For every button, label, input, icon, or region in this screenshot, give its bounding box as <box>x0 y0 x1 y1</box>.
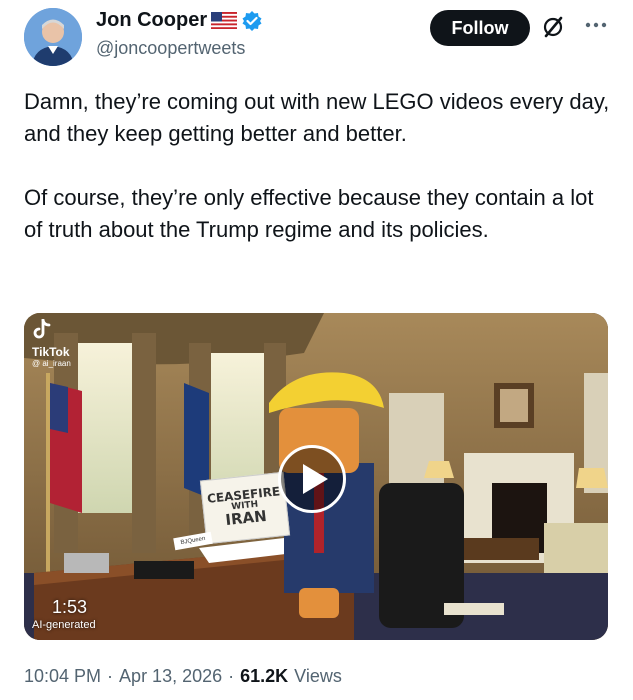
meta-separator-2: · <box>228 666 235 686</box>
sign-line-3: IRAN <box>224 506 268 530</box>
tweet-paragraph-2: Of course, they’re only effective becaus… <box>24 185 594 242</box>
play-button[interactable] <box>278 445 346 513</box>
tiktok-label: TikTok <box>32 345 70 359</box>
tiktok-username: @ ai_iraan <box>32 359 71 368</box>
grok-icon[interactable] <box>540 14 566 40</box>
play-icon <box>303 464 328 494</box>
tweet-meta: 10:04 PM · Apr 13, 2026 · 61.2K Views <box>24 666 342 687</box>
video-duration: 1:53 <box>52 597 88 617</box>
author-name-row: Jon Cooper <box>96 9 263 32</box>
tweet-text: Damn, they’re coming out with new LEGO v… <box>24 86 614 278</box>
tiktok-logo-icon <box>33 319 62 343</box>
views-count[interactable]: 61.2K <box>240 666 288 687</box>
views-label: Views <box>294 666 342 686</box>
video-media[interactable]: TikTok @ ai_iraan CEASEFIRE WITH IRAN BJ… <box>24 313 608 640</box>
follow-button[interactable]: Follow <box>430 10 530 46</box>
author-handle[interactable]: @joncoopertweets <box>96 38 245 59</box>
author-name[interactable]: Jon Cooper <box>96 9 207 32</box>
tweet-paragraph-1: Damn, they’re coming out with new LEGO v… <box>24 89 610 146</box>
avatar[interactable] <box>24 8 82 66</box>
tweet-date[interactable]: Apr 13, 2026 <box>119 666 222 687</box>
more-options-icon[interactable] <box>584 18 608 32</box>
verified-badge-icon <box>241 10 263 32</box>
us-flag-icon <box>211 12 238 29</box>
tweet-time[interactable]: 10:04 PM <box>24 666 101 687</box>
ai-generated-label: AI-generated <box>32 619 96 631</box>
tiktok-watermark: TikTok @ ai_iraan <box>32 319 71 368</box>
tweet-header: Jon Cooper @joncoopertweets Follow <box>24 6 614 66</box>
meta-separator: · <box>107 666 114 686</box>
ceasefire-sign: CEASEFIRE WITH IRAN <box>199 471 291 545</box>
